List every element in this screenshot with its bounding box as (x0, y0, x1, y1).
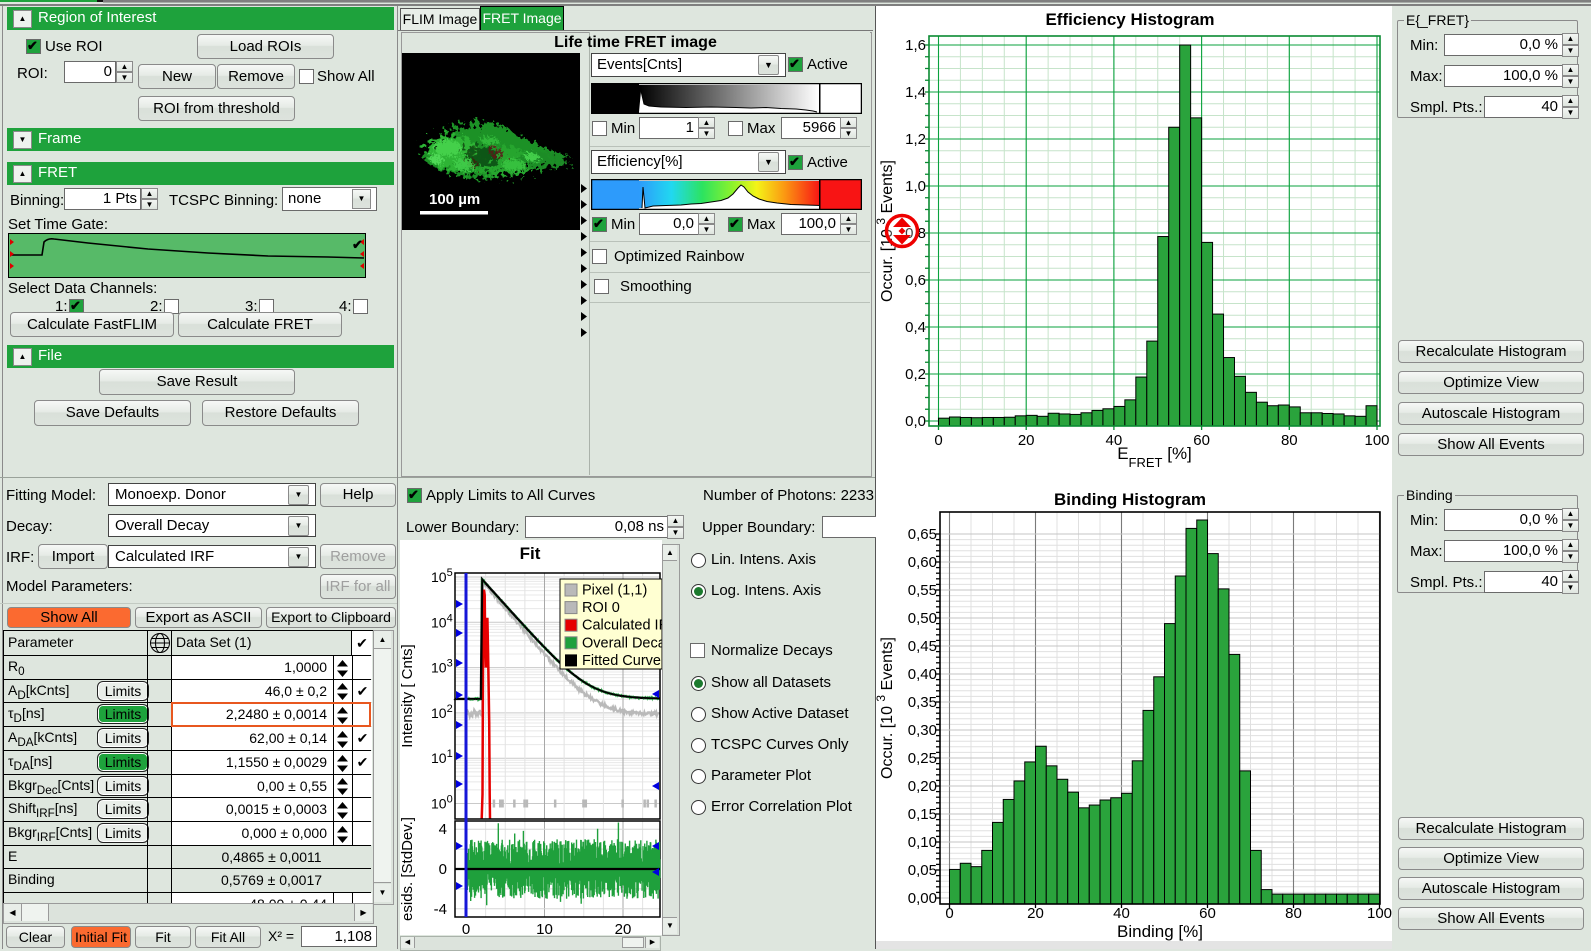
svg-text:0,40: 0,40 (908, 666, 937, 683)
svg-text:0,45: 0,45 (908, 638, 937, 655)
svg-text:-4: -4 (434, 901, 447, 918)
svg-text:0,4: 0,4 (905, 319, 926, 336)
svg-text:0,65: 0,65 (908, 526, 937, 543)
svg-text:0: 0 (934, 432, 942, 449)
svg-text:Fit: Fit (520, 544, 541, 563)
svg-text:10: 10 (536, 921, 553, 935)
svg-text:esids. [StdDev.]: esids. [StdDev.] (400, 817, 416, 921)
svg-text:0,10: 0,10 (908, 834, 937, 851)
svg-text:Intensity [ Cnts]: Intensity [ Cnts] (400, 644, 416, 747)
svg-text:0,0: 0,0 (905, 413, 926, 430)
svg-text:0,15: 0,15 (908, 806, 937, 823)
svg-text:Calculated IRF: Calculated IRF (582, 618, 662, 634)
svg-text:0,2: 0,2 (905, 366, 926, 383)
svg-text:80: 80 (1281, 432, 1298, 449)
svg-text:60: 60 (1193, 432, 1210, 449)
svg-text:20: 20 (1018, 432, 1035, 449)
svg-text:0,55: 0,55 (908, 582, 937, 599)
svg-text:0,00: 0,00 (908, 890, 937, 907)
svg-text:Overall Decay: Overall Decay (582, 635, 662, 651)
svg-text:1,0: 1,0 (905, 178, 926, 195)
svg-text:0,50: 0,50 (908, 610, 937, 627)
svg-text:EFRET [%]: EFRET [%] (1117, 444, 1192, 470)
svg-text:100 µm: 100 µm (429, 191, 480, 208)
svg-text:Pixel (1,1): Pixel (1,1) (582, 583, 647, 599)
svg-text:0,05: 0,05 (908, 862, 937, 879)
svg-text:Binding Histogram: Binding Histogram (1054, 490, 1206, 509)
svg-text:Efficiency Histogram: Efficiency Histogram (1045, 10, 1214, 29)
svg-text:1,4: 1,4 (905, 84, 926, 101)
svg-text:1,2: 1,2 (905, 131, 926, 148)
svg-text:ROI 0: ROI 0 (582, 600, 620, 616)
svg-text:Binding [%]: Binding [%] (1117, 922, 1203, 941)
svg-text:0,30: 0,30 (908, 722, 937, 739)
svg-text:1,6: 1,6 (905, 37, 926, 54)
svg-text:0,20: 0,20 (908, 778, 937, 795)
svg-text:0,6: 0,6 (905, 272, 926, 289)
svg-text:0,60: 0,60 (908, 554, 937, 571)
svg-text:4: 4 (439, 821, 447, 838)
svg-text:0: 0 (439, 861, 447, 878)
svg-text:Occur. [10 3 Events]: Occur. [10 3 Events] (876, 637, 896, 779)
svg-text:Fitted Curve: Fitted Curve (582, 653, 661, 669)
svg-text:20: 20 (615, 921, 632, 935)
svg-text:0,25: 0,25 (908, 750, 937, 767)
svg-text:✔: ✔ (352, 237, 363, 252)
svg-text:0: 0 (462, 921, 470, 935)
svg-text:100: 100 (1364, 432, 1389, 449)
svg-text:0,35: 0,35 (908, 694, 937, 711)
